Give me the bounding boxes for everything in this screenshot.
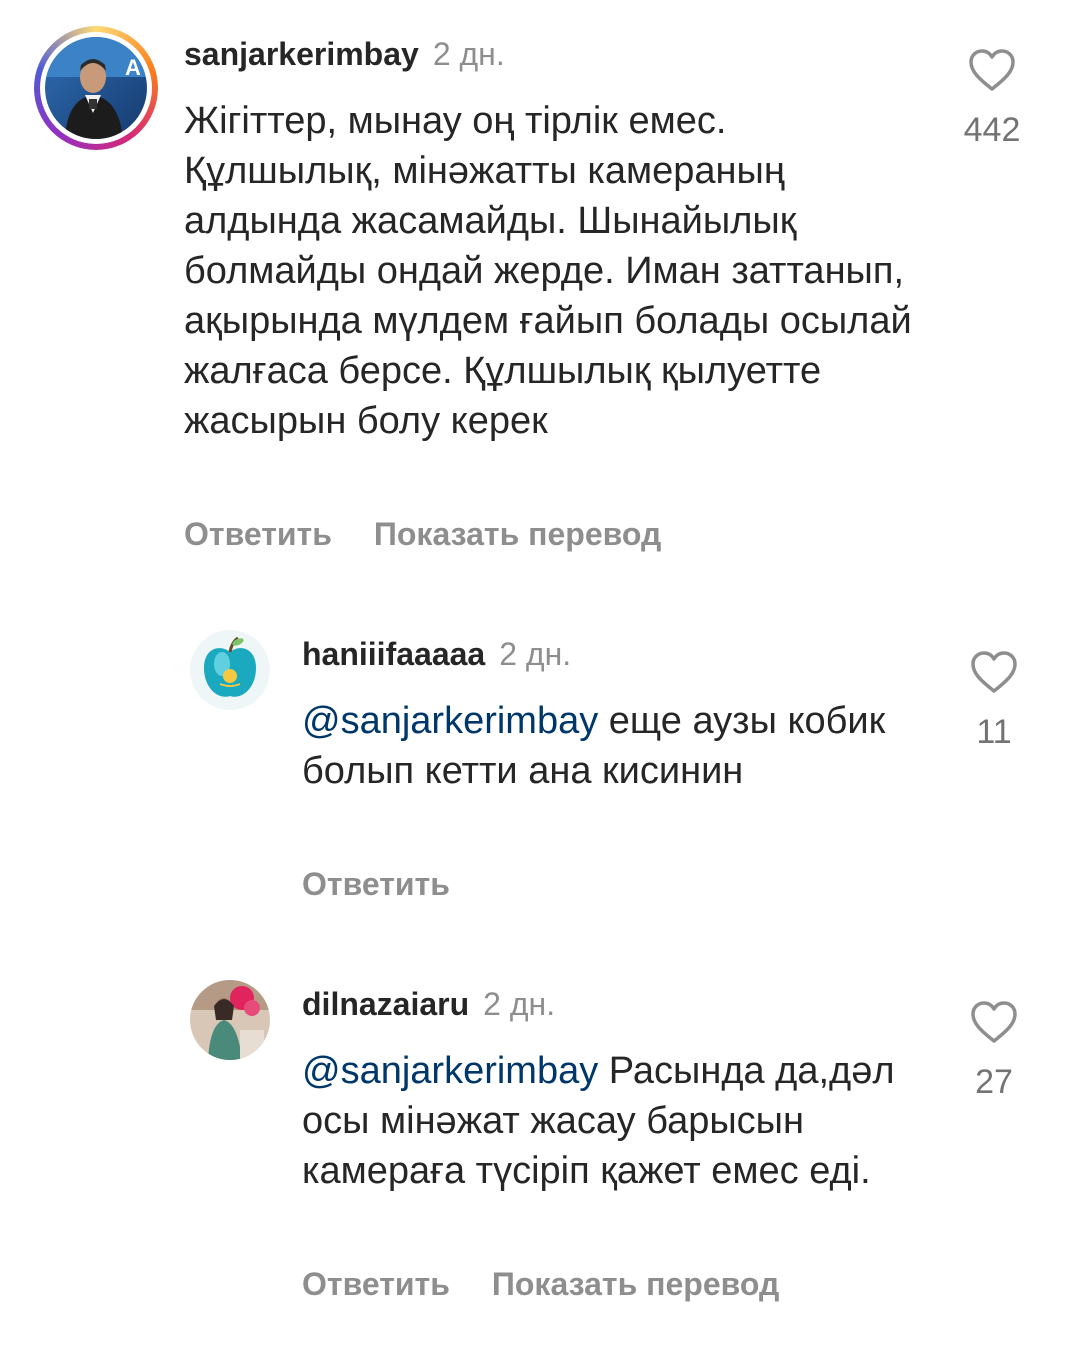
comment-reply: haniiifaaaaa 2 дн. @sanjarkerimbay еще ау…: [0, 600, 1080, 930]
comment: A sanjarkerimbay 2 дн. Жігіттер, мынау оң…: [0, 0, 1080, 580]
story-ring[interactable]: A: [34, 26, 158, 150]
show-translation-button[interactable]: Показать перевод: [374, 514, 661, 554]
comment-header: sanjarkerimbay 2 дн.: [184, 34, 505, 74]
like-control: 442: [942, 48, 1042, 150]
comment-text: @sanjarkerimbay Расында да,дәл осы мінәж…: [302, 1046, 902, 1196]
reply-button[interactable]: Ответить: [302, 1264, 450, 1304]
heart-icon[interactable]: [970, 1000, 1018, 1044]
username[interactable]: sanjarkerimbay: [184, 36, 419, 72]
like-control: 11: [944, 650, 1044, 752]
comment-text: Жігіттер, мынау оң тірлік емес. Құлшылық…: [184, 96, 934, 446]
reply-button[interactable]: Ответить: [184, 514, 332, 554]
like-control: 27: [944, 1000, 1044, 1102]
avatar-speaker-photo-icon: A: [45, 37, 147, 139]
comment-reply: dilnazaiaru 2 дн. @sanjarkerimbay Расында…: [0, 950, 1080, 1349]
avatar[interactable]: [190, 980, 270, 1060]
comment-actions: Ответить Показать перевод: [302, 1264, 821, 1304]
username[interactable]: haniiifaaaaa: [302, 636, 485, 672]
avatar-apple-flag-icon: [190, 630, 270, 710]
heart-icon[interactable]: [968, 48, 1016, 92]
heart-icon[interactable]: [970, 650, 1018, 694]
comment-actions: Ответить: [302, 864, 492, 904]
comment-header: haniiifaaaaa 2 дн.: [302, 634, 571, 674]
avatar[interactable]: [190, 630, 270, 710]
like-count: 442: [963, 111, 1021, 149]
show-translation-button[interactable]: Показать перевод: [492, 1264, 779, 1304]
avatar[interactable]: A: [45, 37, 147, 139]
mention-link[interactable]: @sanjarkerimbay: [302, 1050, 598, 1092]
username[interactable]: dilnazaiaru: [302, 986, 469, 1022]
timestamp: 2 дн.: [483, 986, 556, 1022]
reply-button[interactable]: Ответить: [302, 864, 450, 904]
timestamp: 2 дн.: [432, 36, 505, 72]
timestamp: 2 дн.: [499, 636, 572, 672]
mention-link[interactable]: @sanjarkerimbay: [302, 700, 598, 742]
comment-text: @sanjarkerimbay еще аузы кобик болып кет…: [302, 696, 902, 796]
comment-body: Жігіттер, мынау оң тірлік емес. Құлшылық…: [184, 100, 912, 442]
avatar-person-photo-icon: [190, 980, 270, 1060]
comment-header: dilnazaiaru 2 дн.: [302, 984, 555, 1024]
comment-actions: Ответить Показать перевод: [184, 514, 703, 554]
like-count: 11: [976, 713, 1012, 751]
like-count: 27: [975, 1063, 1013, 1101]
